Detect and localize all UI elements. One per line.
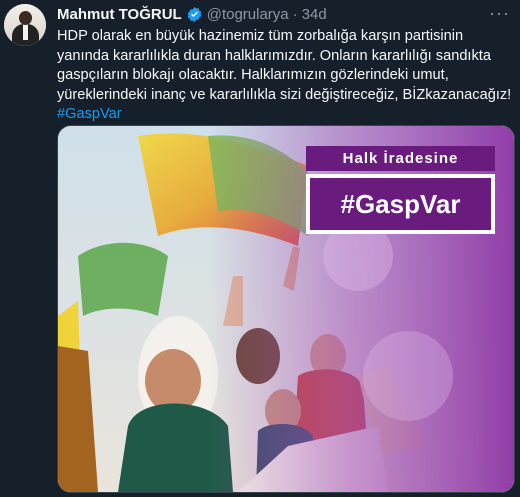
tweet[interactable]: Mahmut TOĞRUL @togrularya · 34d ··· HDP … xyxy=(0,0,520,497)
tweet-timestamp[interactable]: 34d xyxy=(302,6,327,23)
author-avatar[interactable] xyxy=(4,4,46,46)
tweet-body: HDP olarak en büyük hazinemiz tüm zorbal… xyxy=(57,28,512,103)
verified-badge-icon xyxy=(187,6,202,22)
more-options-icon[interactable]: ··· xyxy=(489,3,510,24)
tweet-media-image[interactable]: Halk İradesine #GaspVar xyxy=(57,125,515,493)
separator-dot: · xyxy=(292,5,298,23)
author-handle[interactable]: @togrularya xyxy=(207,6,289,23)
banner-gaspvar: #GaspVar xyxy=(306,174,495,234)
banner-halk-iradesine: Halk İradesine xyxy=(306,146,495,171)
tweet-text: HDP olarak en büyük hazinemiz tüm zorbal… xyxy=(57,27,515,125)
author-name[interactable]: Mahmut TOĞRUL xyxy=(57,6,182,23)
hashtag-link[interactable]: #GaspVar xyxy=(57,105,515,125)
tweet-header: Mahmut TOĞRUL @togrularya · 34d xyxy=(57,5,327,23)
